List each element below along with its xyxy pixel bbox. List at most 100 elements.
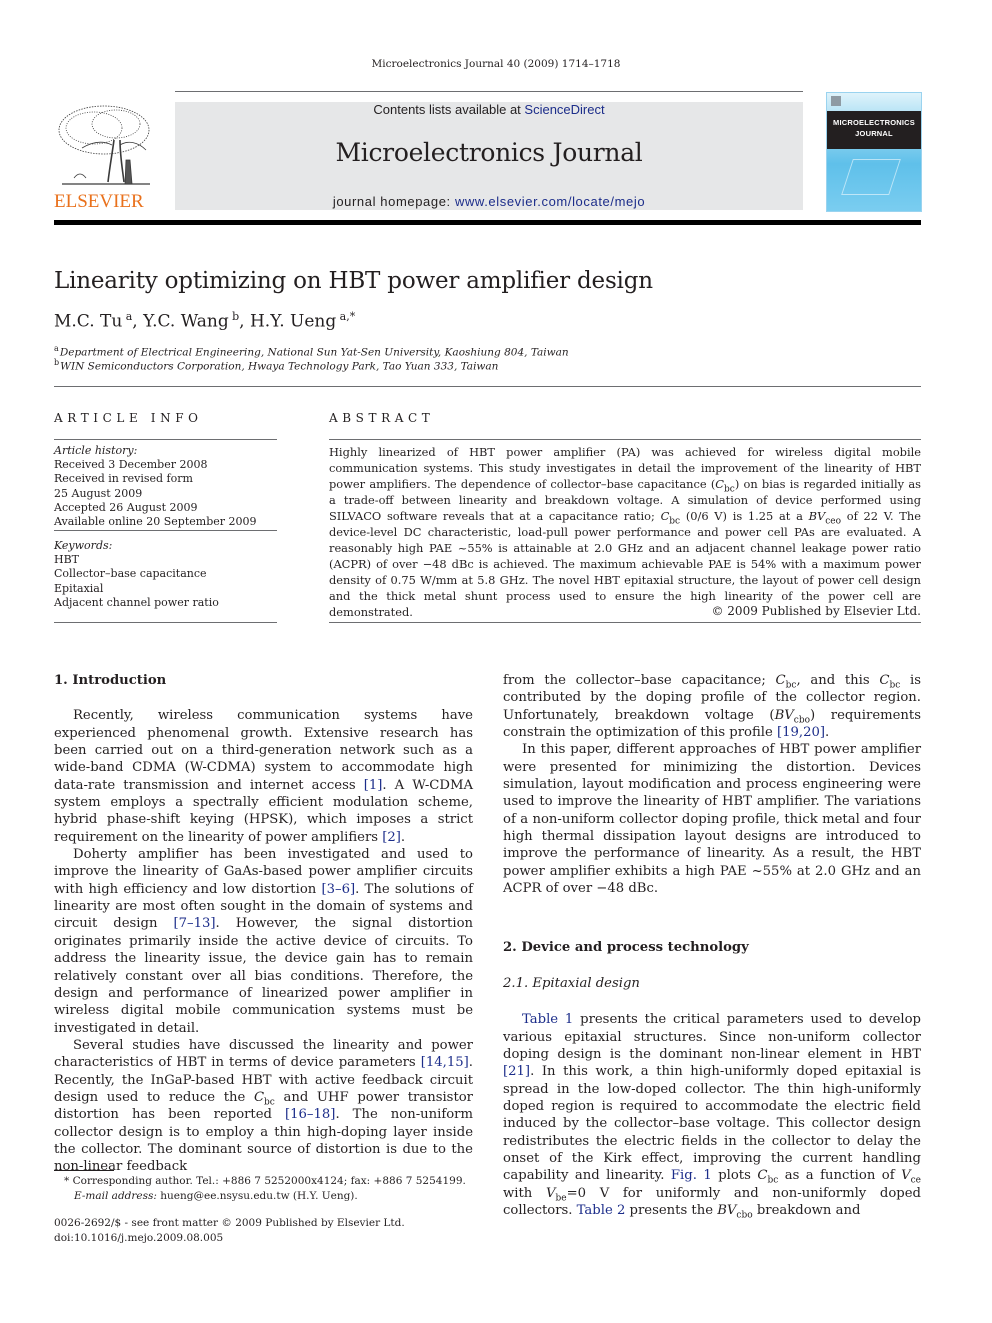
cover-title-line1: MICROELECTRONICS — [833, 118, 915, 127]
section-heading: 1. Introduction — [54, 673, 167, 688]
email-address[interactable]: hueng@ee.nsysu.edu.tw (H.Y. Ueng). — [157, 1190, 357, 1202]
text: Several studies have discussed the linea… — [54, 1037, 473, 1071]
elsevier-wordmark: ELSEVIER — [54, 191, 144, 212]
journal-title: Microelectronics Journal — [335, 138, 643, 167]
citation-link[interactable]: [14,15] — [421, 1055, 469, 1070]
divider — [329, 622, 921, 623]
history-item: Accepted 26 August 2009 — [54, 500, 198, 514]
symbol-subscript: be — [555, 1193, 567, 1204]
article-info-heading: ARTICLE INFO — [54, 411, 203, 425]
text: . However, the signal distortion origina… — [54, 916, 474, 1036]
abstract-segment: (0/6 V) is 1.25 at a — [680, 509, 809, 523]
author-affil-marker[interactable]: a,* — [340, 310, 356, 323]
divider — [54, 439, 277, 440]
citation-link[interactable]: [7–13] — [173, 916, 215, 931]
table-link[interactable]: Table 2 — [577, 1203, 626, 1218]
paragraph: Table 1 presents the critical parameters… — [503, 1011, 921, 1221]
issn-line: 0026-2692/$ - see front matter © 2009 Pu… — [54, 1217, 405, 1229]
symbol-subscript: cbo — [793, 715, 811, 726]
symbol: V — [545, 1185, 556, 1201]
citation-link[interactable]: [21] — [503, 1064, 530, 1079]
cover-chip-icon — [841, 159, 901, 195]
author-name[interactable]: M.C. Tu — [54, 312, 122, 332]
text: . — [400, 829, 406, 845]
text: breakdown and — [752, 1202, 861, 1218]
homepage-link[interactable]: www.elsevier.com/locate/mejo — [455, 194, 645, 209]
contents-prefix: Contents lists available at — [373, 102, 525, 117]
history-item: Received 3 December 2008 — [54, 458, 208, 472]
abstract-copyright: © 2009 Published by Elsevier Ltd. — [711, 604, 921, 618]
symbol: BV — [774, 707, 794, 723]
figure-link[interactable]: Fig. 1 — [671, 1168, 712, 1183]
history-item: Available online 20 September 2009 — [54, 515, 257, 529]
divider — [54, 386, 921, 387]
paragraph: In this paper, different approaches of H… — [503, 742, 921, 897]
footnote-rule — [54, 1170, 114, 1171]
section-heading: 2. Device and process technology — [503, 940, 749, 956]
divider — [54, 530, 277, 531]
author-list: M.C. Tu a, Y.C. Wang b, H.Y. Ueng a,* — [54, 310, 356, 332]
affiliation: b WIN Semiconductors Corporation, Hwaya … — [54, 358, 498, 373]
homepage-prefix: journal homepage: — [332, 194, 455, 209]
footnote: * Corresponding author. Tel.: +886 7 525… — [54, 1174, 466, 1203]
symbol: C — [253, 1089, 265, 1105]
citation-link[interactable]: [19,20] — [777, 725, 825, 740]
paragraph: Doherty amplifier has been investigated … — [54, 846, 473, 1037]
journal-cover[interactable]: MICROELECTRONICS JOURNAL — [826, 92, 922, 212]
affiliation-marker: b — [54, 358, 60, 367]
history-item: Received in revised form — [54, 472, 193, 486]
paragraph: Recently, wireless communication systems… — [54, 707, 473, 846]
text: with — [503, 1185, 546, 1201]
masthead-thick-rule — [54, 220, 921, 225]
symbol: C — [879, 673, 890, 688]
citation-link[interactable]: [3–6] — [321, 882, 355, 897]
corresponding-author-note: * Corresponding author. Tel.: +886 7 525… — [64, 1175, 466, 1187]
text: presents the — [625, 1202, 718, 1218]
cover-title-band: MICROELECTRONICS JOURNAL — [827, 111, 921, 149]
table-link[interactable]: Table 1 — [522, 1012, 573, 1027]
symbol: BV — [717, 1202, 737, 1218]
abstract-heading: ABSTRACT — [329, 411, 435, 425]
keyword: Collector–base capacitance — [54, 567, 207, 581]
front-matter: 0026-2692/$ - see front matter © 2009 Pu… — [54, 1216, 405, 1245]
doi-line[interactable]: doi:10.1016/j.mejo.2009.08.005 — [54, 1231, 405, 1246]
author-affil-marker: a — [125, 310, 133, 323]
symbol: C — [757, 1168, 768, 1184]
affiliation-marker: a — [54, 344, 59, 353]
citation-link[interactable]: [1] — [364, 778, 383, 793]
masthead: Contents lists available at ScienceDirec… — [175, 102, 803, 210]
text: from the collector–base capacitance; — [503, 673, 776, 688]
divider — [329, 439, 921, 440]
symbol: C — [775, 673, 786, 688]
elsevier-tree-icon — [58, 105, 150, 185]
divider — [54, 622, 277, 623]
keyword: Adjacent channel power ratio — [54, 595, 219, 609]
author-affil-marker: b — [232, 310, 240, 323]
body-column-right: from the collector–base capacitance; Cbc… — [503, 672, 921, 1221]
citation-link[interactable]: [16–18] — [285, 1107, 335, 1122]
keyword: Epitaxial — [54, 581, 104, 595]
symbol: BV — [808, 509, 826, 523]
cover-title-line2: JOURNAL — [855, 129, 893, 138]
article-history: Article history: Received 3 December 200… — [54, 444, 257, 529]
text: . In this work, a thin high-uniformly do… — [503, 1064, 921, 1184]
keywords: Keywords: HBT Collector–base capacitance… — [54, 539, 219, 610]
elsevier-logo[interactable]: ELSEVIER — [54, 100, 156, 212]
symbol: C — [660, 509, 670, 523]
citation-link[interactable]: [2] — [382, 830, 401, 845]
article-title: Linearity optimizing on HBT power amplif… — [54, 268, 653, 294]
affiliation-text: Department of Electrical Engineering, Na… — [59, 346, 569, 359]
symbol-subscript: bc — [767, 1175, 779, 1186]
author-name[interactable]: Y.C. Wang — [143, 312, 229, 332]
body-column-left: 1. Introduction Recently, wireless commu… — [54, 672, 473, 1176]
paragraph: Several studies have discussed the linea… — [54, 1037, 473, 1176]
abstract-segment: of 22 V. The device-level DC characteris… — [329, 509, 921, 619]
running-head: Microelectronics Journal 40 (2009) 1714–… — [371, 58, 621, 70]
symbol-subscript: cbo — [736, 1210, 753, 1221]
text: plots — [711, 1168, 758, 1184]
sciencedirect-link[interactable]: ScienceDirect — [524, 102, 604, 117]
symbol: C — [715, 477, 724, 491]
author-name[interactable]: H.Y. Ueng — [250, 312, 336, 332]
abstract-text: Highly linearized of HBT power amplifier… — [329, 444, 921, 620]
masthead-rule — [175, 91, 803, 92]
